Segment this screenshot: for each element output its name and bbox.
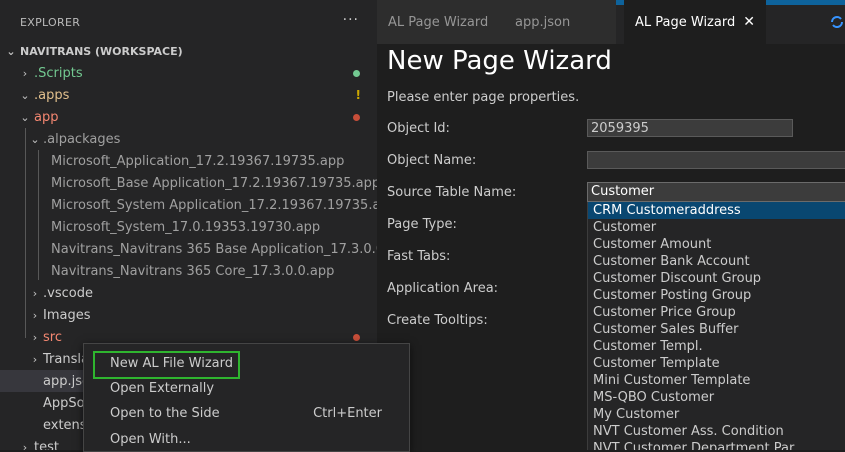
object-name-input[interactable] (587, 151, 845, 169)
tree-label: .Scripts (34, 65, 83, 81)
more-actions-icon[interactable]: ··· (343, 12, 359, 28)
object-id-input[interactable] (587, 119, 793, 137)
tab-label: AL Page Wizard (388, 14, 489, 30)
tab-app-json[interactable]: app.json (504, 0, 616, 44)
dropdown-option[interactable]: Customer (588, 219, 845, 236)
tree-label: .alpackages (43, 131, 121, 147)
chevron-right-icon: › (32, 330, 38, 344)
page-wizard-panel: New Page Wizard Please enter page proper… (377, 44, 845, 450)
chevron-down-icon: ⌄ (20, 88, 30, 102)
tree-item-apps[interactable]: ⌄ .apps ! (0, 84, 377, 106)
tree-item-file[interactable]: Microsoft_System_17.0.19353.19730.app (0, 216, 377, 238)
page-type-label: Page Type: (387, 217, 457, 232)
dropdown-option[interactable]: Customer Template (588, 355, 845, 372)
chevron-down-icon: ⌄ (30, 132, 40, 146)
tree-item-file[interactable]: Navitrans_Navitrans 365 Core_17.3.0.0.ap… (0, 260, 377, 282)
warning-badge: ! (355, 88, 361, 102)
tree-label: Images (43, 307, 91, 323)
close-icon[interactable]: ✕ (743, 14, 755, 30)
status-dot-icon (353, 334, 360, 341)
workspace-title: NAVITRANS (WORKSPACE) (20, 44, 183, 58)
tree-item-file[interactable]: Microsoft_Base Application_17.2.19367.19… (0, 172, 377, 194)
chevron-right-icon: › (22, 440, 28, 451)
tree-label: .apps (34, 87, 70, 103)
dropdown-option[interactable]: NVT Customer Ass. Condition (588, 423, 845, 440)
tree-label: test (34, 439, 59, 451)
menu-item-open-with[interactable]: Open With... (110, 432, 191, 447)
tree-item-alpackages[interactable]: ⌄ .alpackages (0, 128, 377, 150)
fast-tabs-label: Fast Tabs: (387, 249, 451, 264)
tab-label: AL Page Wizard (635, 14, 736, 30)
dropdown-option[interactable]: MS-QBO Customer (588, 389, 845, 406)
dropdown-option[interactable]: Mini Customer Template (588, 372, 845, 389)
tree-item-app[interactable]: ⌄ app (0, 106, 377, 128)
menu-item-open-to-side[interactable]: Open to the Side (110, 406, 220, 421)
tree-label: Navitrans_Navitrans 365 Core_17.3.0.0.ap… (51, 263, 335, 279)
dropdown-option[interactable]: Customer Discount Group (588, 270, 845, 287)
tree-label: Microsoft_Application_17.2.19367.19735.a… (51, 153, 345, 169)
tree-item-images[interactable]: › Images (0, 304, 377, 326)
chevron-down-icon: ⌄ (20, 110, 30, 124)
source-table-select[interactable]: Customer (587, 182, 845, 202)
chevron-right-icon: › (32, 286, 38, 300)
dropdown-option[interactable]: Customer Bank Account (588, 253, 845, 270)
tab-label: app.json (515, 14, 571, 30)
context-menu: New AL File Wizard Open Externally Open … (83, 343, 410, 452)
object-name-label: Object Name: (387, 153, 477, 168)
tree-label: .vscode (43, 285, 93, 301)
menu-item-open-externally[interactable]: Open Externally (110, 381, 214, 396)
source-table-dropdown: CRM Customeraddress Customer Customer Amou… (587, 202, 845, 450)
tab-al-page-wizard-active[interactable]: AL Page Wizard ✕ (624, 0, 766, 44)
tab-al-page-wizard[interactable]: AL Page Wizard (377, 0, 507, 44)
dropdown-option[interactable]: Customer Sales Buffer (588, 321, 845, 338)
dropdown-option[interactable]: My Customer (588, 406, 845, 423)
dropdown-option[interactable]: Customer Posting Group (588, 287, 845, 304)
chevron-right-icon: › (32, 308, 38, 322)
create-tooltips-label: Create Tooltips: (387, 313, 488, 328)
editor-tabbar: AL Page Wizard app.json AL Page Wizard ✕ (377, 0, 845, 44)
wizard-intro: Please enter page properties. (387, 90, 580, 105)
tree-label: Navitrans_Navitrans 365 Base Application… (51, 241, 377, 257)
page-title: New Page Wizard (387, 46, 612, 76)
explorer-title: EXPLORER (20, 15, 81, 29)
tree-item-vscode[interactable]: › .vscode (0, 282, 377, 304)
tree-label: src (43, 329, 62, 345)
workspace-header[interactable]: ⌄ NAVITRANS (WORKSPACE) (0, 40, 377, 62)
object-id-label: Object Id: (387, 121, 450, 136)
chevron-right-icon: › (22, 66, 28, 80)
chevron-right-icon: › (32, 352, 38, 366)
tree-label: Microsoft_System Application_17.2.19367.… (51, 197, 377, 213)
explorer-header: EXPLORER ··· (0, 0, 377, 44)
status-dot-icon (353, 70, 360, 77)
dropdown-option[interactable]: Customer Amount (588, 236, 845, 253)
dropdown-option[interactable]: CRM Customeraddress (588, 202, 845, 219)
tree-item-scripts[interactable]: › .Scripts (0, 62, 377, 84)
tree-label: Microsoft_Base Application_17.2.19367.19… (51, 175, 377, 191)
tree-item-file[interactable]: Microsoft_System Application_17.2.19367.… (0, 194, 377, 216)
tree-item-file[interactable]: Microsoft_Application_17.2.19367.19735.a… (0, 150, 377, 172)
tree-item-file[interactable]: Navitrans_Navitrans 365 Base Application… (0, 238, 377, 260)
tree-label: app (34, 109, 59, 125)
status-dot-icon (353, 114, 360, 121)
source-table-label: Source Table Name: (387, 185, 517, 200)
menu-shortcut: Ctrl+Enter (313, 406, 382, 421)
dropdown-option[interactable]: Customer Templ. (588, 338, 845, 355)
sync-icon[interactable] (829, 14, 845, 30)
dropdown-option[interactable]: NVT Customer Department Par (588, 440, 845, 450)
chevron-down-icon: ⌄ (6, 44, 16, 58)
tree-label: Microsoft_System_17.0.19353.19730.app (51, 219, 321, 235)
application-area-label: Application Area: (387, 281, 499, 296)
menu-item-new-al-file-wizard[interactable]: New AL File Wizard (110, 356, 233, 371)
dropdown-option[interactable]: Customer Price Group (588, 304, 845, 321)
